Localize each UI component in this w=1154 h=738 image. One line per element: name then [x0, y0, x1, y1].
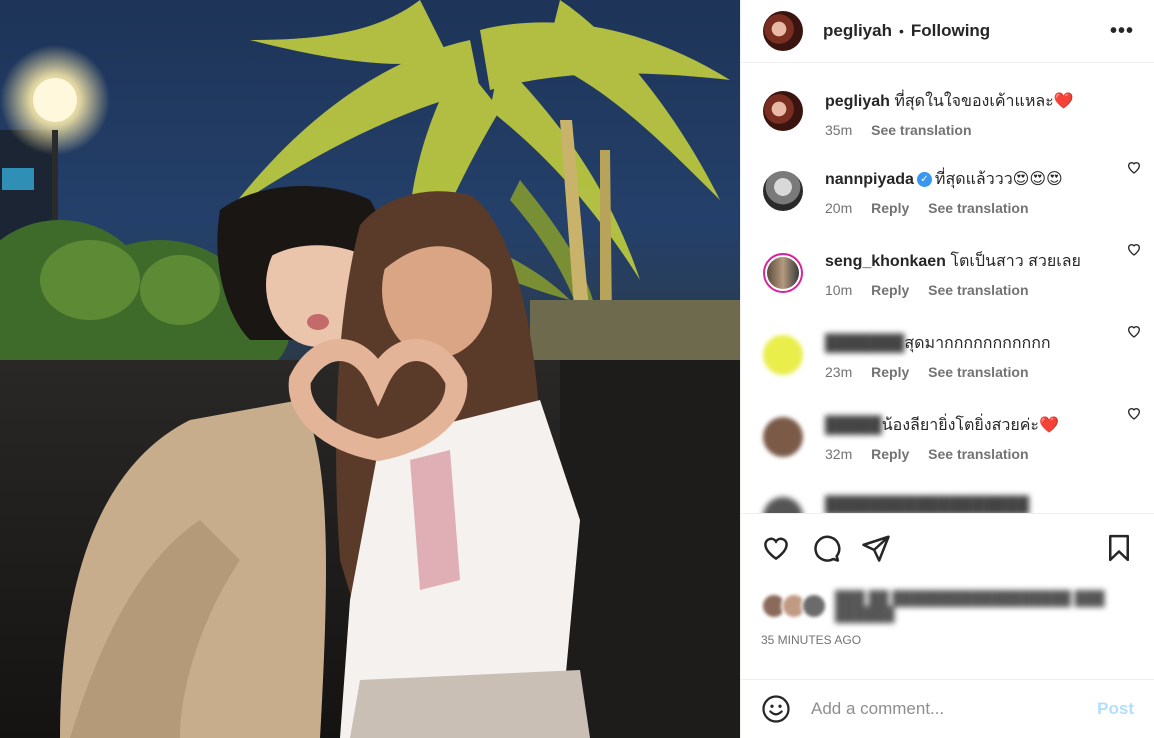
comment-item: ███████สุดมากกกกกกกกกกก 23m Reply See tr…: [741, 309, 1154, 391]
post-photo[interactable]: [0, 0, 740, 738]
caption-username[interactable]: pegliyah: [825, 93, 890, 110]
caption: pegliyah ที่สุดในใจของเค้าแหละ❤️ 35m See…: [741, 63, 1154, 145]
comment-time[interactable]: 23m: [825, 364, 852, 380]
bookmark-icon[interactable]: [1104, 533, 1134, 563]
liker-avatar: [801, 593, 827, 619]
caption-see-translation[interactable]: See translation: [871, 122, 971, 138]
caption-text: ที่สุดในใจของเค้าแหละ: [894, 93, 1054, 110]
post-timestamp[interactable]: 35 MINUTES AGO: [741, 630, 1154, 662]
commenter-avatar[interactable]: [763, 335, 803, 375]
more-options-icon[interactable]: •••: [1110, 20, 1134, 43]
commenter-avatar[interactable]: [763, 171, 803, 211]
comment-time[interactable]: 20m: [825, 200, 852, 216]
comment-icon[interactable]: [811, 533, 841, 563]
owner-username[interactable]: pegliyah: [823, 21, 892, 41]
commenter-avatar: [767, 257, 799, 289]
comment-text-blurred: ██████████████████: [825, 497, 1030, 514]
commenter-username[interactable]: nannpiyada: [825, 171, 914, 188]
comment-like-heart-icon[interactable]: [1126, 241, 1142, 257]
caption-avatar[interactable]: [763, 91, 803, 131]
owner-avatar[interactable]: [763, 11, 803, 51]
heart-outline-icon[interactable]: [761, 533, 791, 563]
see-translation-button[interactable]: See translation: [928, 200, 1028, 216]
header-separator: •: [898, 23, 904, 39]
reply-button[interactable]: Reply: [871, 282, 909, 298]
comment-item: █████น้องลียายิ่งโตยิ่งสวยค่ะ❤️ 32m Repl…: [741, 391, 1154, 473]
commenter-avatar: [763, 497, 803, 513]
comment-text: น้องลียายิ่งโตยิ่งสวยค่ะ❤️: [881, 417, 1059, 434]
commenter-username-blurred[interactable]: █████: [825, 417, 882, 434]
post-comment-button[interactable]: Post: [1097, 699, 1134, 719]
reply-button[interactable]: Reply: [871, 446, 909, 462]
reply-button[interactable]: Reply: [871, 364, 909, 380]
post-dialog: pegliyah • Following ••• pegliyah ที่สุด…: [0, 0, 1154, 738]
comment-item: nannpiyada ✓ ที่สุดแล้ววว😍😍😍 20m Reply See…: [741, 145, 1154, 227]
comment-text: โตเป็นสาว สวยเลย: [950, 253, 1081, 270]
following-button[interactable]: Following: [911, 21, 990, 41]
comment-input[interactable]: [809, 698, 1098, 720]
verified-badge-icon: ✓: [916, 172, 932, 188]
see-translation-button[interactable]: See translation: [928, 446, 1028, 462]
commenter-username-blurred[interactable]: ███████: [825, 335, 904, 352]
commenter-avatar[interactable]: [763, 417, 803, 457]
photo-illustration: [0, 0, 740, 738]
comment-item: seng_khonkaen โตเป็นสาว สวยเลย 10m Reply…: [741, 227, 1154, 309]
comment-like-heart-icon[interactable]: [1126, 159, 1142, 175]
smiley-icon[interactable]: [761, 694, 791, 724]
liked-by-row[interactable]: ███ ██ ██████████████████ ███ ██████: [741, 582, 1154, 630]
reply-button[interactable]: Reply: [871, 200, 909, 216]
see-translation-button[interactable]: See translation: [928, 364, 1028, 380]
comment-like-heart-icon[interactable]: [1126, 323, 1142, 339]
comment-item-partial: ██████████████████: [741, 473, 1154, 514]
paper-plane-icon[interactable]: [861, 533, 891, 563]
commenter-avatar-story-ring[interactable]: [763, 253, 803, 293]
comment-text: ที่สุดแล้ววว😍😍😍: [934, 171, 1063, 188]
post-header: pegliyah • Following •••: [741, 0, 1154, 63]
liked-by-text-blurred[interactable]: ███ ██ ██████████████████ ███ ██████: [835, 590, 1105, 622]
comment-time[interactable]: 10m: [825, 282, 852, 298]
comment-time[interactable]: 32m: [825, 446, 852, 462]
see-translation-button[interactable]: See translation: [928, 282, 1028, 298]
post-side-panel: pegliyah • Following ••• pegliyah ที่สุด…: [740, 0, 1154, 738]
comment-like-heart-icon[interactable]: [1126, 405, 1142, 421]
caption-time[interactable]: 35m: [825, 122, 852, 138]
add-comment-bar: Post: [741, 679, 1154, 738]
commenter-username[interactable]: seng_khonkaen: [825, 253, 946, 270]
caption-heart-emoji: ❤️: [1053, 93, 1074, 110]
comment-text: สุดมากกกกกกกกกกก: [904, 335, 1051, 352]
comments-list[interactable]: pegliyah ที่สุดในใจของเค้าแหละ❤️ 35m See…: [741, 63, 1154, 514]
post-actions-bar: [741, 514, 1154, 582]
